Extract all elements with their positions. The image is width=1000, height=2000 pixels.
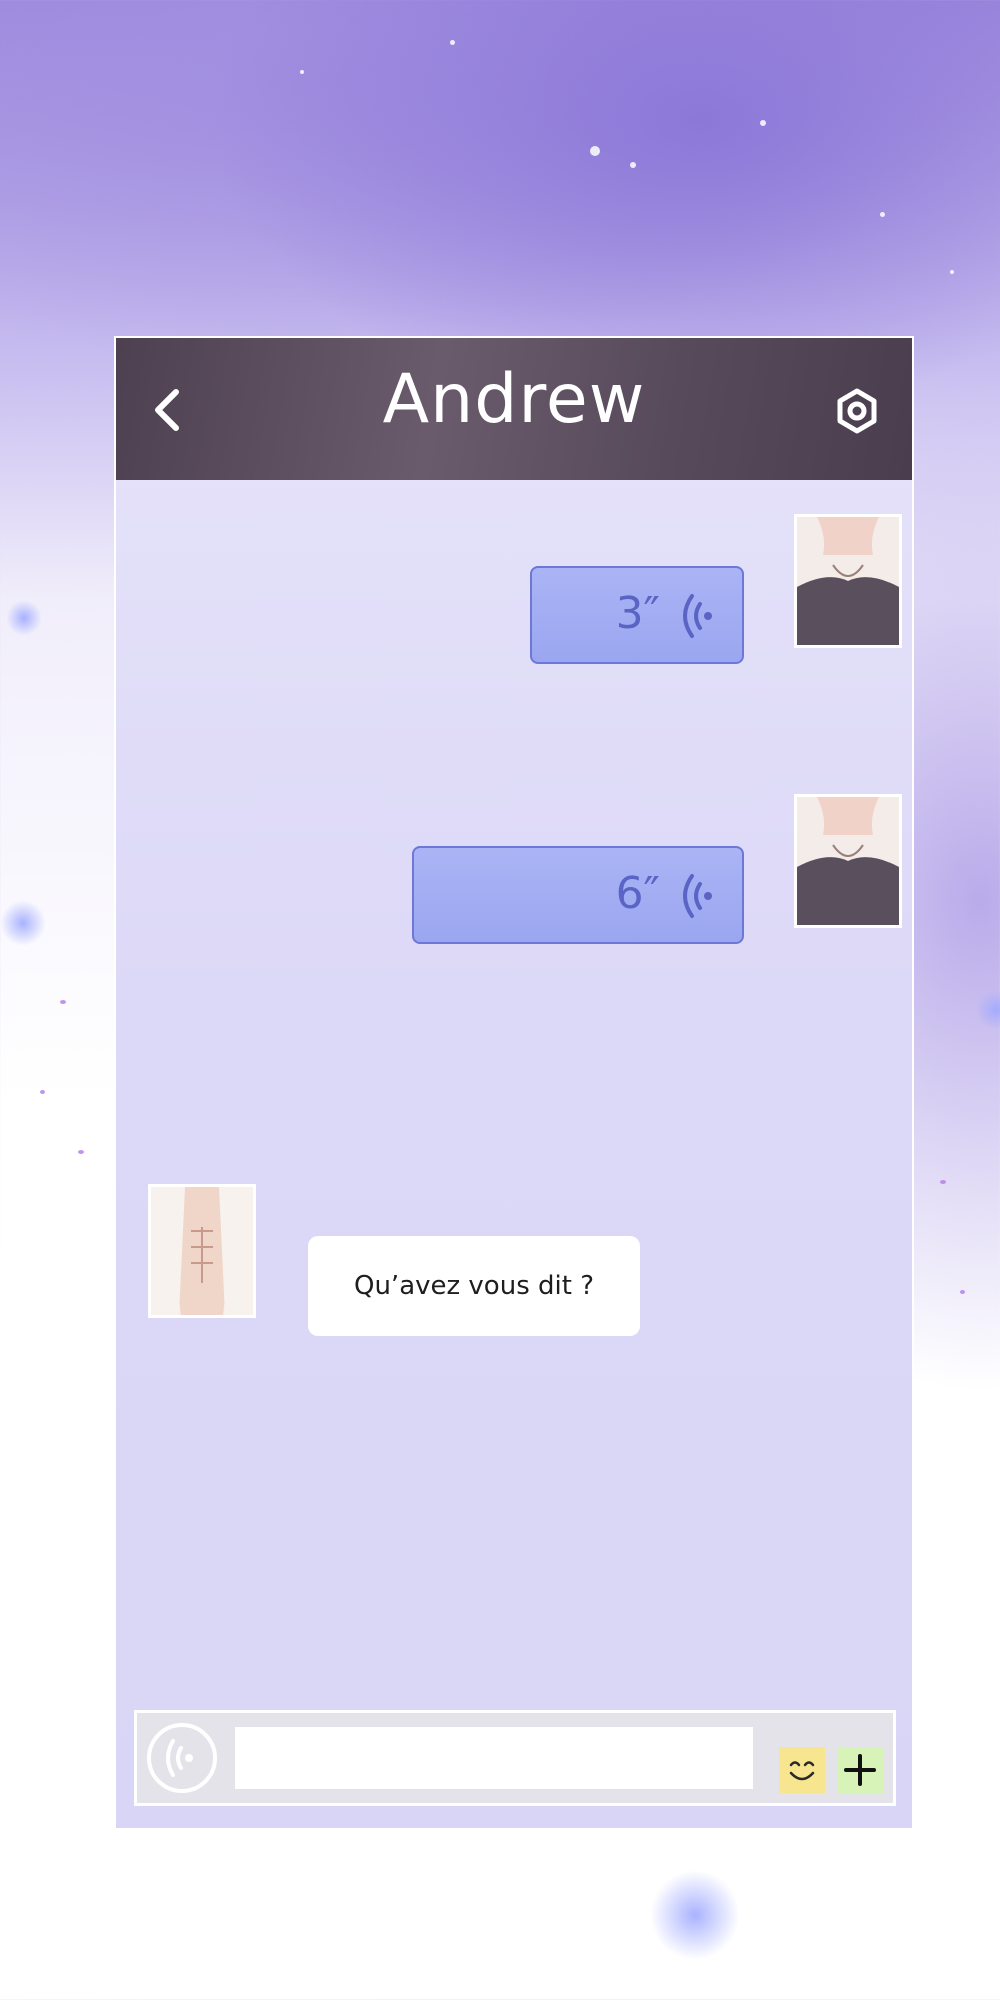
chat-window: Andrew 3″ 6″ Qu’avez vous dit ? [114,336,914,1830]
avatar-user[interactable] [794,794,902,928]
plus-icon[interactable] [837,1747,883,1793]
sound-wave-icon [683,874,712,918]
avatar-user[interactable] [794,514,902,648]
chat-header: Andrew [116,338,912,480]
message-input[interactable] [235,1727,753,1789]
voice-input-icon[interactable] [145,1721,219,1795]
message-input-bar [134,1710,896,1806]
voice-message-bubble[interactable]: 6″ [412,846,744,944]
contact-name-title: Andrew [382,360,646,439]
smiley-face-icon[interactable] [779,1747,825,1793]
hexagon-settings-icon[interactable] [834,388,880,434]
voice-duration: 6″ [615,868,660,919]
sound-wave-icon [683,594,712,638]
text-message-bubble: Qu’avez vous dit ? [308,1236,640,1336]
voice-message-bubble[interactable]: 3″ [530,566,744,664]
avatar-contact[interactable] [148,1184,256,1318]
voice-duration: 3″ [615,588,660,639]
